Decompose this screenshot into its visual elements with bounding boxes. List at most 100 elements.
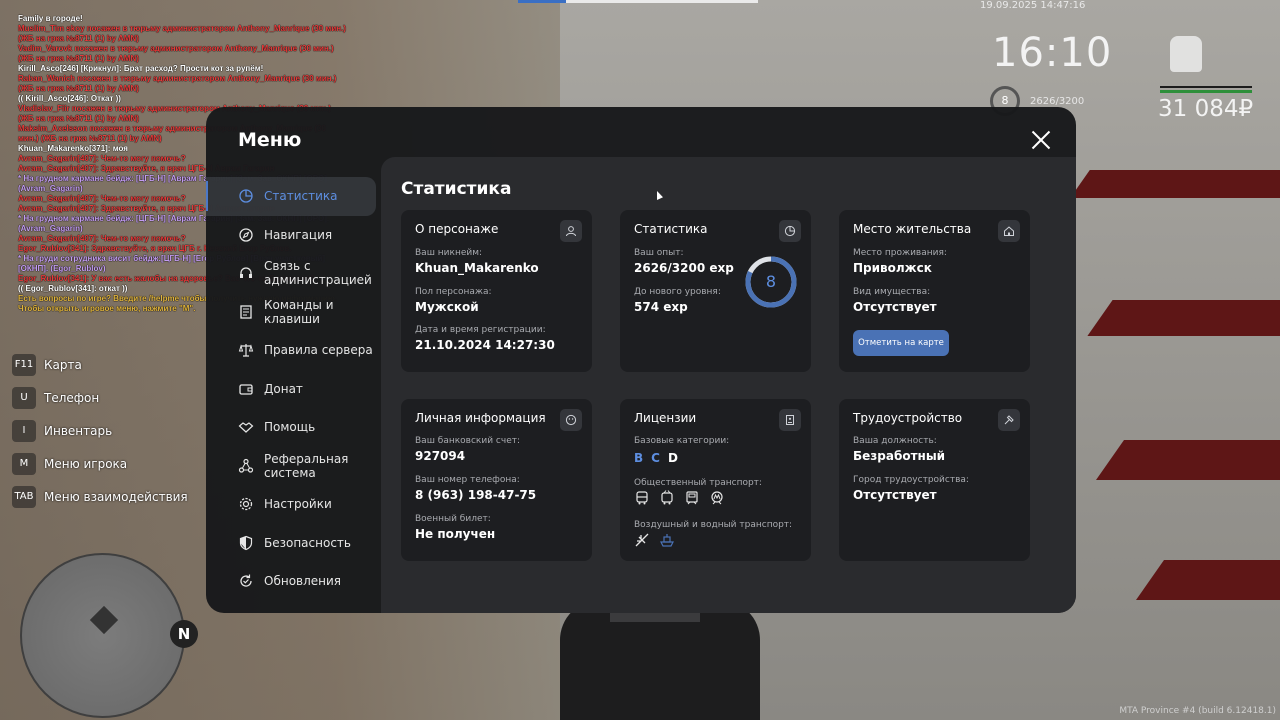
work-city-value: Отсутствует — [853, 488, 937, 502]
pie-chart-icon — [779, 220, 801, 242]
card-persona: О персонаже Ваш никнейм: Khuan_Makarenko… — [401, 210, 592, 372]
card-title: О персонаже — [415, 222, 499, 236]
hud-money: 31 084₽ — [1158, 96, 1254, 122]
player-character-collar — [610, 612, 700, 622]
stair-railing — [1087, 300, 1280, 336]
field-label: Ваш банковский счет: — [415, 436, 521, 446]
sidebar-item-8[interactable]: Реферальная система — [206, 447, 381, 486]
nickname-value: Khuan_Makarenko — [415, 261, 539, 275]
keybind-row: U Телефон — [12, 381, 202, 414]
field-label: Ваш номер телефона: — [415, 475, 520, 485]
keybind-label: Телефон — [44, 390, 100, 405]
sidebar-item-6[interactable]: Донат — [206, 370, 381, 409]
field-label: До нового уровня: — [634, 287, 721, 297]
document-icon — [238, 304, 254, 320]
level-number: 8 — [765, 272, 777, 291]
keybind-row: TAB Меню взаимодействия — [12, 480, 202, 513]
stair-railing — [1095, 440, 1280, 480]
pie-chart-icon — [238, 188, 254, 204]
compass-icon — [238, 227, 254, 243]
chat-message: Vadim_Varovk посажен в тюрьму администра… — [18, 44, 334, 63]
metro-icon — [709, 490, 725, 506]
field-label: Дата и время регистрации: — [415, 325, 546, 335]
sidebar-item-label: Донат — [264, 381, 303, 396]
hud-armor-bar — [1160, 86, 1252, 88]
keybind-row: F11 Карта — [12, 348, 202, 381]
stair-railing — [1070, 170, 1280, 198]
chat-message: Muslim_Tim skoy посажен в тюрьму админис… — [18, 24, 346, 43]
chat-message: Kirill_Asco[246] [Крикнул]: Брат расход?… — [18, 64, 264, 73]
compass-north-icon: N — [170, 620, 198, 648]
key-cap: F11 — [12, 353, 36, 376]
field-label: Воздушный и водный транспорт: — [634, 520, 793, 530]
bank-account-value: 927094 — [415, 449, 466, 463]
keybind-label: Меню игрока — [44, 456, 128, 471]
sidebar-item-label: Обновления — [264, 574, 342, 589]
key-cap: U — [12, 386, 36, 409]
card-title: Трудоустройство — [853, 411, 963, 425]
keybind-label: Меню взаимодействия — [44, 489, 188, 504]
hud-health-bar — [1160, 90, 1252, 93]
sidebar-item-5[interactable]: Правила сервера — [206, 331, 381, 370]
exp-value: 2626/3200 exp — [634, 261, 734, 275]
sidebar-item-label: Помощь — [264, 420, 316, 435]
chat-message: Family в городе! — [18, 14, 83, 23]
build-watermark: MTA Province #4 (build 6.12418.1) — [1119, 706, 1276, 716]
card-statistics: Статистика Ваш опыт: 2626/3200 exp До но… — [620, 210, 811, 372]
sidebar-item-label: Навигация — [264, 227, 333, 242]
key-cap: I — [12, 419, 36, 442]
keybind-label: Карта — [44, 357, 82, 372]
keybind-row: M Меню игрока — [12, 447, 202, 480]
gender-value: Мужской — [415, 300, 479, 314]
wallet-icon — [238, 381, 254, 397]
tools-icon — [998, 409, 1020, 431]
card-employment: Трудоустройство Ваша должность: Безработ… — [839, 399, 1030, 561]
airplane-icon — [634, 532, 650, 548]
chat-message: Raban_Wanich посажен в тюрьму администра… — [18, 74, 337, 93]
position-value: Безработный — [853, 449, 946, 463]
field-label: Ваша должность: — [853, 436, 937, 446]
card-title: Место жительства — [853, 222, 972, 236]
fist-icon — [1170, 36, 1202, 72]
sidebar-item-10[interactable]: Безопасность — [206, 524, 381, 563]
field-label: Место проживания: — [853, 248, 947, 258]
tram-icon — [684, 490, 700, 506]
mark-on-map-button[interactable]: Отметить на карте — [853, 330, 949, 356]
close-icon[interactable] — [1028, 127, 1054, 153]
trolleybus-icon — [659, 490, 675, 506]
sidebar-item-9[interactable]: Настройки — [206, 485, 381, 524]
sidebar-item-3[interactable]: Связь с администрацией — [206, 254, 381, 293]
page-title: Статистика — [401, 179, 512, 199]
menu-sidebar: Статистика Навигация Связь с администрацие… — [206, 177, 381, 601]
sidebar-item-1[interactable]: Статистика — [206, 177, 376, 216]
sidebar-item-label: Статистика — [264, 189, 338, 204]
refresh-check-icon — [238, 573, 254, 589]
face-icon — [560, 409, 582, 431]
keybind-label: Инвентарь — [44, 423, 113, 438]
key-cap: M — [12, 452, 36, 475]
handshake-icon — [238, 419, 254, 435]
card-title: Лицензии — [634, 411, 697, 425]
card-title: Статистика — [634, 222, 708, 236]
property-value: Отсутствует — [853, 300, 937, 314]
sidebar-item-label: Настройки — [264, 497, 332, 512]
sidebar-item-label: Команды и клавиши — [264, 297, 334, 326]
license-categories: B C D — [634, 451, 678, 465]
field-label: Ваш опыт: — [634, 248, 684, 258]
hud-clock: 16:10 — [992, 30, 1113, 76]
field-label: Общественный транспорт: — [634, 478, 762, 488]
sidebar-item-4[interactable]: Команды и клавиши — [206, 293, 381, 332]
sidebar-item-2[interactable]: Навигация — [206, 216, 381, 255]
license-category-c: C — [651, 451, 660, 465]
phone-value: 8 (963) 198-47-75 — [415, 488, 537, 502]
headset-icon — [238, 265, 254, 281]
sidebar-item-7[interactable]: Помощь — [206, 408, 381, 447]
residence-value: Приволжск — [853, 261, 932, 275]
military-id-value: Не получен — [415, 527, 496, 541]
sidebar-item-11[interactable]: Обновления — [206, 562, 381, 601]
field-label: Ваш никнейм: — [415, 248, 483, 258]
public-transport-icons — [634, 490, 725, 506]
card-personal-info: Личная информация Ваш банковский счет: 9… — [401, 399, 592, 561]
key-cap: TAB — [12, 485, 36, 508]
sidebar-item-label: Правила сервера — [264, 343, 373, 358]
